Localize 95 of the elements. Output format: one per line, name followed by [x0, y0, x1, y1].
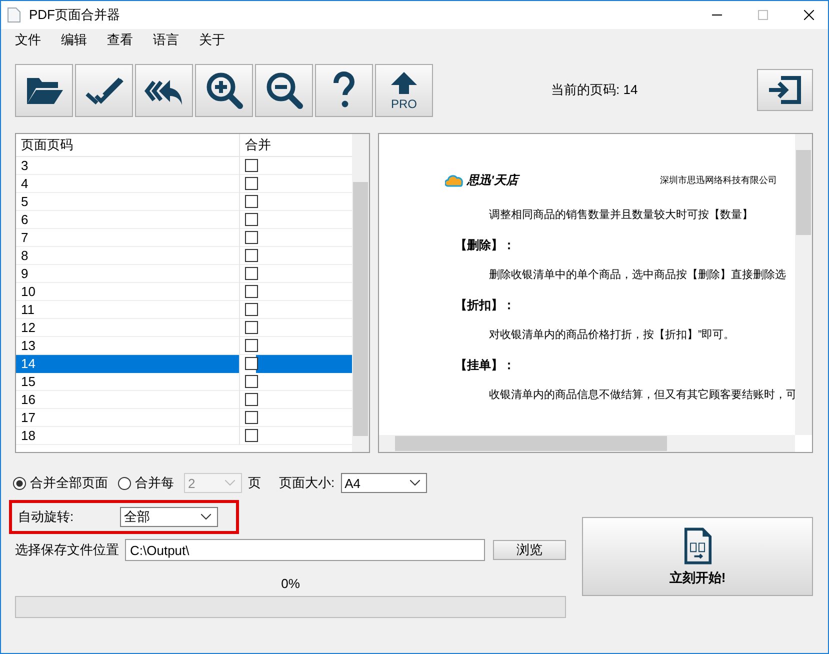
start-button[interactable]: 立刻开始! [582, 517, 813, 596]
document-heading: 【折扣】： [454, 297, 516, 314]
help-button[interactable] [315, 64, 373, 116]
app-icon [7, 7, 21, 23]
page-number: 16 [16, 390, 240, 408]
scrollbar[interactable] [795, 134, 812, 435]
page-number: 5 [16, 192, 240, 210]
list-row[interactable]: 17 [16, 409, 352, 427]
page-number: 12 [16, 318, 240, 336]
menu-item[interactable]: 文件 [15, 31, 41, 49]
merge-checkbox[interactable] [245, 339, 258, 352]
zoom-out-button[interactable] [255, 64, 313, 116]
scrollbar[interactable] [379, 435, 795, 452]
list-row[interactable]: 9 [16, 265, 352, 283]
merge-checkbox[interactable] [245, 249, 258, 262]
current-page-label: 当前的页码: 14 [551, 81, 638, 99]
close-icon[interactable] [804, 10, 814, 20]
merge-checkbox[interactable] [245, 285, 258, 298]
merge-checkbox[interactable] [245, 195, 258, 208]
zoom-in-button[interactable] [195, 64, 253, 116]
check-button[interactable] [75, 64, 133, 116]
menu-item[interactable]: 查看 [107, 31, 133, 49]
document-text: 删除收银清单中的单个商品，选中商品按【删除】直接删除选 [488, 268, 787, 283]
merge-checkbox[interactable] [245, 357, 258, 370]
page-number: 8 [16, 246, 240, 264]
merge-checkbox[interactable] [245, 231, 258, 244]
window-title: PDF页面合并器 [29, 6, 120, 24]
chevron-icon [410, 480, 420, 486]
page-number: 10 [16, 282, 240, 300]
page-number: 14 [16, 354, 240, 372]
page-number: 3 [16, 156, 240, 174]
list-row[interactable]: 6 [16, 211, 352, 229]
page-number: 9 [16, 264, 240, 282]
document-heading: 【挂单】： [454, 357, 516, 374]
company-name: 深圳市思迅网络科技有限公司 [660, 174, 778, 187]
radio-option[interactable]: 合并全部页面 [13, 474, 108, 492]
chevron-icon [201, 514, 211, 520]
page-number: 11 [16, 300, 240, 318]
save-location-label: 选择保存文件位置 [15, 541, 117, 559]
list-row[interactable]: 11 [16, 301, 352, 319]
menu-item[interactable]: 关于 [199, 31, 225, 49]
unit-label: 页 [248, 474, 261, 492]
path-field[interactable]: C:\Output\ [125, 539, 485, 561]
menu-item[interactable]: 编辑 [61, 31, 87, 49]
list-row[interactable]: 10 [16, 283, 352, 301]
page-size-dropdown[interactable]: A4 [340, 473, 427, 493]
list-row[interactable]: 16 [16, 391, 352, 409]
document-heading: 【删除】： [454, 237, 516, 254]
exit-button[interactable] [757, 69, 813, 111]
browse-button[interactable]: 浏览 [493, 540, 566, 560]
cloud-icon [445, 174, 465, 186]
chevron-icon [225, 480, 235, 486]
open-button[interactable] [15, 64, 73, 116]
rotate-label: 自动旋转: [18, 508, 75, 526]
list-row[interactable]: 12 [16, 319, 352, 337]
page-size-label: 页面大小: [279, 474, 335, 492]
merge-checkbox[interactable] [245, 393, 258, 406]
merge-checkbox[interactable] [245, 375, 258, 388]
list-row[interactable]: 4 [16, 175, 352, 193]
zoom-out-icon [264, 70, 304, 110]
list-row[interactable]: 18 [16, 427, 352, 445]
list-row[interactable]: 14 [16, 355, 352, 373]
list-row[interactable]: 7 [16, 229, 352, 247]
logo-text: 思迅'天店 [467, 172, 518, 189]
column-header[interactable]: 合并 [240, 134, 352, 156]
list-row[interactable]: 3 [16, 157, 352, 175]
column-header[interactable]: 页面页码 [16, 134, 240, 156]
page-number: 6 [16, 210, 240, 228]
upgrade-button[interactable]: PRO [375, 64, 433, 116]
list-row[interactable]: 15 [16, 373, 352, 391]
list-row[interactable]: 8 [16, 247, 352, 265]
merge-checkbox[interactable] [245, 321, 258, 334]
page-number: 17 [16, 408, 240, 426]
merge-checkbox[interactable] [245, 159, 258, 172]
scrollbar[interactable] [352, 134, 369, 452]
page-number: 7 [16, 228, 240, 246]
merge-checkbox[interactable] [245, 411, 258, 424]
document-text: 调整相同商品的销售数量并且数量较大时可按【数量】 [488, 208, 754, 223]
list-row[interactable]: 5 [16, 193, 352, 211]
merge-checkbox[interactable] [245, 303, 258, 316]
progress-text: 0% [280, 576, 301, 593]
merge-checkbox[interactable] [245, 267, 258, 280]
zoom-in-icon [204, 70, 244, 110]
page-number: 4 [16, 174, 240, 192]
page-number: 18 [16, 426, 240, 444]
undo-button[interactable] [135, 64, 193, 116]
merge-checkbox[interactable] [245, 177, 258, 190]
document-icon [684, 526, 712, 564]
merge-checkbox[interactable] [245, 213, 258, 226]
document-text: 对收银清单内的商品价格打折，按【折扣】”即可。 [488, 328, 736, 343]
page-number: 15 [16, 372, 240, 390]
rotate-dropdown[interactable]: 全部 [120, 507, 218, 527]
radio-option[interactable]: 合并每 [118, 474, 174, 492]
merge-checkbox[interactable] [245, 429, 258, 442]
menu-item[interactable]: 语言 [153, 31, 179, 49]
